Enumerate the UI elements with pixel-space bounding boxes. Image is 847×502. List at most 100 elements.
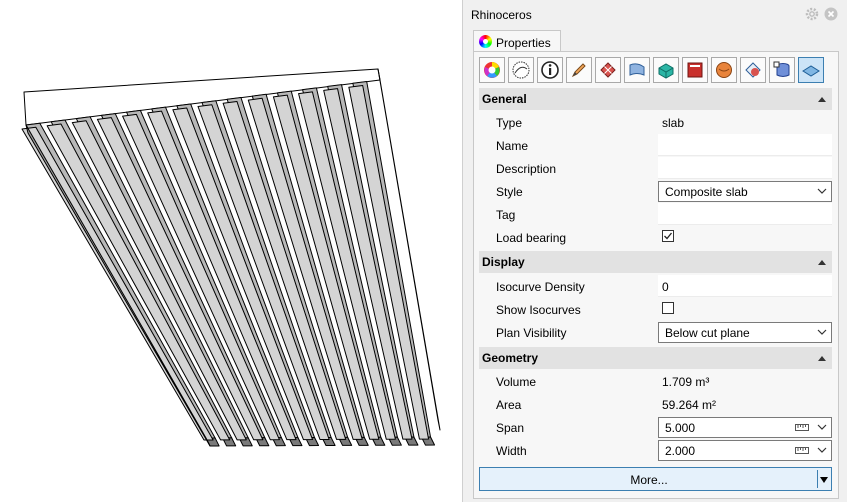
style-label: Style: [496, 185, 523, 199]
span-label: Span: [496, 421, 525, 435]
more-button[interactable]: More...: [479, 467, 832, 491]
composite-slab-model[interactable]: [0, 0, 462, 502]
properties-content: General Type slab Name Description Style…: [473, 51, 839, 499]
render-mesh-icon: [512, 61, 530, 79]
toolbar-button-decal[interactable]: [682, 57, 708, 83]
window-title: Rhinoceros: [471, 8, 532, 22]
description-field[interactable]: [658, 157, 832, 179]
chevron-down-icon: [817, 424, 827, 430]
more-button-label: More...: [630, 473, 668, 487]
row-type: Type slab: [479, 111, 832, 134]
more-button-separator: [817, 470, 818, 488]
width-input[interactable]: 2.000: [658, 440, 832, 461]
span-value: 5.000: [665, 421, 696, 435]
gear-icon[interactable]: [805, 7, 819, 21]
tag-label: Tag: [496, 208, 516, 222]
toolbar-button-displacement[interactable]: [711, 57, 737, 83]
toolbar-button-material-color[interactable]: [479, 57, 505, 83]
chevron-down-icon: [817, 447, 827, 453]
section-title: Geometry: [482, 351, 539, 365]
viewport[interactable]: [0, 0, 462, 502]
section-general-header[interactable]: General: [479, 88, 832, 110]
row-name: Name: [479, 134, 832, 157]
collapse-icon[interactable]: [818, 260, 826, 265]
layer-database-icon: [773, 61, 790, 77]
row-area: Area 59.264 m²: [479, 393, 832, 416]
row-description: Description: [479, 157, 832, 180]
plan-visibility-dropdown[interactable]: Below cut plane: [658, 322, 832, 343]
ruler-icon[interactable]: [795, 447, 809, 454]
panel-titlebar: Rhinoceros: [463, 0, 847, 30]
texture-mapping-icon: [600, 62, 616, 78]
row-show-isocurves: Show Isocurves: [479, 298, 832, 321]
plan-visibility-value: Below cut plane: [665, 326, 750, 340]
row-tag: Tag: [479, 203, 832, 226]
slab-icon: [802, 65, 820, 77]
row-plan-visibility: Plan Visibility Below cut plane: [479, 321, 832, 344]
plan-visibility-label: Plan Visibility: [496, 326, 567, 340]
section-title: General: [482, 92, 527, 106]
chevron-down-icon: [817, 329, 827, 335]
toolbar-button-layer-database[interactable]: [769, 57, 795, 83]
row-isocurve-density: Isocurve Density 0: [479, 275, 832, 298]
show-isocurves-label: Show Isocurves: [496, 303, 581, 317]
toolbar-button-render-mesh[interactable]: [508, 57, 534, 83]
section-title: Display: [482, 255, 525, 269]
volume-value: 1.709 m³: [658, 370, 832, 392]
ruler-icon[interactable]: [795, 424, 809, 431]
shadow-icon: [745, 62, 761, 78]
displacement-icon: [716, 62, 732, 78]
chevron-down-icon: [817, 188, 827, 194]
properties-panel: Rhinoceros Properties General Type slab …: [462, 0, 847, 502]
type-value-text: slab: [662, 116, 685, 130]
isocurve-density-field[interactable]: 0: [658, 275, 832, 297]
toolbar-button-object-info[interactable]: [537, 57, 563, 83]
bend-icon: [629, 63, 645, 76]
dropdown-arrow-icon[interactable]: [820, 477, 828, 483]
pen-icon: [571, 63, 586, 78]
toolbar-button-texture-mapping[interactable]: [595, 57, 621, 83]
collapse-icon[interactable]: [818, 356, 826, 361]
toolbar-button-curve-piping[interactable]: [653, 57, 679, 83]
tab-label: Properties: [496, 36, 551, 50]
show-isocurves-checkbox[interactable]: [662, 302, 674, 314]
row-span: Span 5.000: [479, 416, 832, 439]
toolbar-button-bend[interactable]: [624, 57, 650, 83]
section-geometry-header[interactable]: Geometry: [479, 347, 832, 369]
width-value: 2.000: [665, 444, 696, 458]
area-label: Area: [496, 398, 522, 412]
decal-icon: [687, 62, 703, 78]
section-display-header[interactable]: Display: [479, 251, 832, 273]
area-value-text: 59.264 m²: [662, 398, 717, 412]
style-dropdown[interactable]: Composite slab: [658, 181, 832, 202]
load-bearing-label: Load bearing: [496, 231, 567, 245]
span-input[interactable]: 5.000: [658, 417, 832, 438]
material-color-icon: [484, 62, 500, 78]
volume-label: Volume: [496, 375, 537, 389]
area-value: 59.264 m²: [658, 393, 832, 415]
tab-properties[interactable]: Properties: [473, 30, 561, 52]
show-isocurves-cell: [658, 298, 832, 320]
load-bearing-checkbox[interactable]: [662, 230, 674, 242]
type-label: Type: [496, 116, 523, 130]
load-bearing-cell: [658, 226, 832, 248]
row-volume: Volume 1.709 m³: [479, 370, 832, 393]
description-label: Description: [496, 162, 557, 176]
tag-field[interactable]: [658, 203, 832, 225]
width-label: Width: [496, 444, 527, 458]
color-wheel-icon: [479, 35, 492, 48]
isocurve-density-label: Isocurve Density: [496, 280, 585, 294]
toolbar-button-shadow[interactable]: [740, 57, 766, 83]
isocurve-density-text: 0: [662, 280, 669, 294]
style-dropdown-value: Composite slab: [665, 185, 748, 199]
collapse-icon[interactable]: [818, 97, 826, 102]
row-style: Style Composite slab: [479, 180, 832, 203]
name-field[interactable]: [658, 134, 832, 156]
object-info-icon: [541, 61, 559, 79]
curve-piping-icon: [658, 63, 674, 79]
close-icon[interactable]: [824, 7, 838, 21]
name-label: Name: [496, 139, 529, 153]
type-value: slab: [658, 111, 832, 133]
toolbar-button-slab[interactable]: [798, 57, 824, 83]
toolbar-button-pen[interactable]: [566, 57, 592, 83]
